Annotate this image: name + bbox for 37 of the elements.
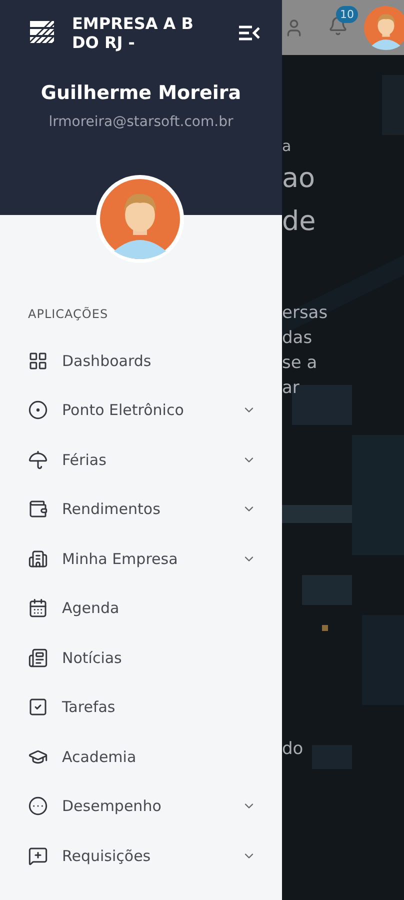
user-email: lrmoreira@starsoft.com.br bbox=[48, 114, 234, 130]
background-text: das bbox=[282, 327, 314, 350]
menu-item[interactable]: Minha Empresa bbox=[0, 534, 282, 584]
collapse-menu-icon[interactable] bbox=[238, 25, 260, 41]
grid-icon bbox=[28, 350, 48, 371]
wallet-icon bbox=[28, 499, 48, 520]
target-icon bbox=[28, 400, 48, 420]
background-text: ao bbox=[282, 162, 316, 196]
background-text: ersas bbox=[282, 302, 329, 325]
dots-circle-icon bbox=[28, 796, 48, 816]
checkbox-icon bbox=[28, 697, 48, 718]
menu-item[interactable]: Academia bbox=[0, 732, 282, 782]
background-text: do bbox=[282, 738, 304, 761]
notification-badge: 10 bbox=[336, 6, 358, 22]
menu-item[interactable]: Requisições bbox=[0, 831, 282, 880]
logo-icon bbox=[30, 21, 54, 45]
menu-item[interactable]: Dashboards bbox=[0, 336, 282, 386]
newspaper-icon bbox=[28, 648, 48, 668]
background-text: ar bbox=[282, 377, 300, 400]
menu-item[interactable]: Notícias bbox=[0, 633, 282, 682]
section-label: APLICAÇÕES bbox=[28, 307, 110, 321]
menu-item[interactable]: Agenda bbox=[0, 584, 282, 633]
background-text: a bbox=[282, 136, 292, 157]
umbrella-icon bbox=[28, 450, 48, 470]
menu-item[interactable]: Férias bbox=[0, 435, 282, 484]
background-text: de bbox=[282, 205, 317, 239]
menu-item[interactable]: Ponto Eletrônico bbox=[0, 386, 282, 435]
background-text: se a bbox=[282, 352, 318, 375]
user-avatar bbox=[364, 6, 404, 50]
menu-item[interactable]: Tarefas bbox=[0, 682, 282, 732]
company-name: EMPRESA A B DO RJ - bbox=[72, 14, 194, 52]
message-plus-icon bbox=[28, 846, 48, 866]
calendar-icon bbox=[28, 598, 48, 618]
building-icon bbox=[28, 548, 48, 569]
menu-item[interactable]: Rendimentos bbox=[0, 484, 282, 534]
user-name: Guilherme Moreira bbox=[40, 82, 242, 104]
menu-item[interactable]: Desempenho bbox=[0, 782, 282, 831]
